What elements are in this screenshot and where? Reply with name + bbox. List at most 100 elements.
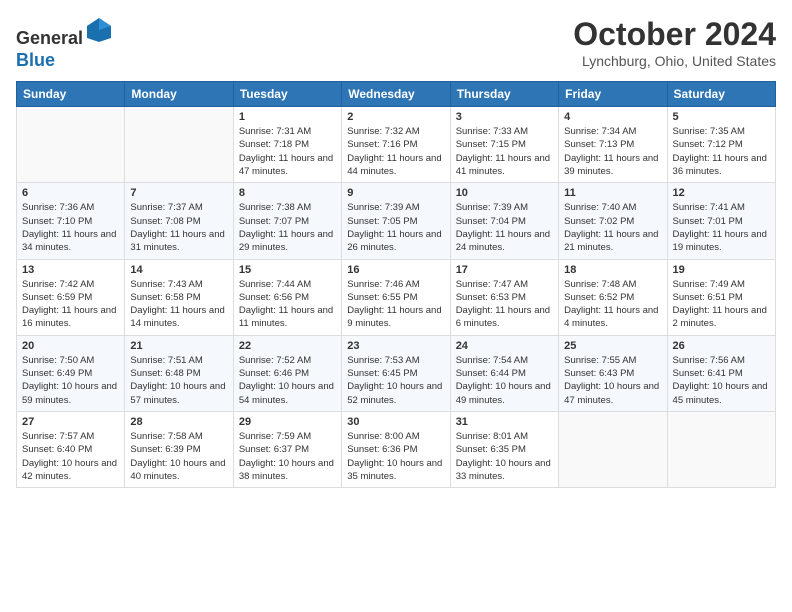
- day-number: 15: [239, 264, 336, 276]
- day-number: 31: [456, 416, 553, 428]
- day-info: Sunrise: 7:50 AMSunset: 6:49 PMDaylight:…: [22, 354, 119, 407]
- day-number: 25: [564, 340, 661, 352]
- day-info: Sunrise: 7:49 AMSunset: 6:51 PMDaylight:…: [673, 278, 770, 331]
- day-info: Sunrise: 7:39 AMSunset: 7:05 PMDaylight:…: [347, 201, 444, 254]
- day-number: 11: [564, 187, 661, 199]
- day-info: Sunrise: 7:37 AMSunset: 7:08 PMDaylight:…: [130, 201, 227, 254]
- calendar-cell: 10Sunrise: 7:39 AMSunset: 7:04 PMDayligh…: [450, 183, 558, 259]
- day-number: 9: [347, 187, 444, 199]
- calendar-cell: 21 Sunrise: 7:51 AMSunset: 6:48 PMDayligh…: [125, 335, 233, 411]
- calendar-cell: 19 Sunrise: 7:49 AMSunset: 6:51 PMDayligh…: [667, 259, 775, 335]
- calendar-cell: 28Sunrise: 7:58 AMSunset: 6:39 PMDayligh…: [125, 411, 233, 487]
- day-number: 22: [239, 340, 336, 352]
- day-number: 10: [456, 187, 553, 199]
- calendar-cell: 26 Sunrise: 7:56 AMSunset: 6:41 PMDayligh…: [667, 335, 775, 411]
- day-info: Sunrise: 7:52 AMSunset: 6:46 PMDaylight:…: [239, 354, 336, 407]
- calendar-cell: [17, 107, 125, 183]
- day-info: Sunrise: 7:58 AMSunset: 6:39 PMDaylight:…: [130, 430, 227, 483]
- calendar-cell: 8Sunrise: 7:38 AMSunset: 7:07 PMDaylight…: [233, 183, 341, 259]
- col-tuesday: Tuesday: [233, 82, 341, 107]
- day-info: Sunrise: 7:34 AMSunset: 7:13 PMDaylight:…: [564, 125, 661, 178]
- day-number: 3: [456, 111, 553, 123]
- calendar-cell: 13 Sunrise: 7:42 AMSunset: 6:59 PMDayligh…: [17, 259, 125, 335]
- day-number: 18: [564, 264, 661, 276]
- calendar-cell: 3 Sunrise: 7:33 AMSunset: 7:15 PMDaylight…: [450, 107, 558, 183]
- day-info: Sunrise: 7:57 AMSunset: 6:40 PMDaylight:…: [22, 430, 119, 483]
- day-info: Sunrise: 8:01 AMSunset: 6:35 PMDaylight:…: [456, 430, 553, 483]
- day-number: 7: [130, 187, 227, 199]
- logo-blue: Blue: [16, 50, 55, 70]
- calendar-week-4: 20 Sunrise: 7:50 AMSunset: 6:49 PMDayligh…: [17, 335, 776, 411]
- col-thursday: Thursday: [450, 82, 558, 107]
- day-info: Sunrise: 7:48 AMSunset: 6:52 PMDaylight:…: [564, 278, 661, 331]
- calendar-cell: 17 Sunrise: 7:47 AMSunset: 6:53 PMDayligh…: [450, 259, 558, 335]
- day-number: 2: [347, 111, 444, 123]
- day-info: Sunrise: 7:36 AMSunset: 7:10 PMDaylight:…: [22, 201, 119, 254]
- calendar-cell: 29Sunrise: 7:59 AMSunset: 6:37 PMDayligh…: [233, 411, 341, 487]
- col-sunday: Sunday: [17, 82, 125, 107]
- day-number: 6: [22, 187, 119, 199]
- col-friday: Friday: [559, 82, 667, 107]
- day-info: Sunrise: 7:31 AMSunset: 7:18 PMDaylight:…: [239, 125, 336, 178]
- day-number: 30: [347, 416, 444, 428]
- calendar-cell: [667, 411, 775, 487]
- day-info: Sunrise: 7:54 AMSunset: 6:44 PMDaylight:…: [456, 354, 553, 407]
- day-info: Sunrise: 7:33 AMSunset: 7:15 PMDaylight:…: [456, 125, 553, 178]
- day-number: 19: [673, 264, 770, 276]
- day-number: 4: [564, 111, 661, 123]
- day-number: 16: [347, 264, 444, 276]
- calendar-cell: 5 Sunrise: 7:35 AMSunset: 7:12 PMDaylight…: [667, 107, 775, 183]
- day-number: 20: [22, 340, 119, 352]
- calendar-cell: 9 Sunrise: 7:39 AMSunset: 7:05 PMDaylight…: [342, 183, 450, 259]
- calendar-cell: 15 Sunrise: 7:44 AMSunset: 6:56 PMDayligh…: [233, 259, 341, 335]
- calendar-cell: [125, 107, 233, 183]
- day-number: 1: [239, 111, 336, 123]
- day-info: Sunrise: 7:51 AMSunset: 6:48 PMDaylight:…: [130, 354, 227, 407]
- day-info: Sunrise: 7:46 AMSunset: 6:55 PMDaylight:…: [347, 278, 444, 331]
- calendar-table: Sunday Monday Tuesday Wednesday Thursday…: [16, 81, 776, 488]
- calendar-cell: [559, 411, 667, 487]
- day-info: Sunrise: 7:44 AMSunset: 6:56 PMDaylight:…: [239, 278, 336, 331]
- calendar-cell: 18 Sunrise: 7:48 AMSunset: 6:52 PMDayligh…: [559, 259, 667, 335]
- calendar-cell: 22 Sunrise: 7:52 AMSunset: 6:46 PMDayligh…: [233, 335, 341, 411]
- day-number: 5: [673, 111, 770, 123]
- calendar-cell: 7 Sunrise: 7:37 AMSunset: 7:08 PMDaylight…: [125, 183, 233, 259]
- day-info: Sunrise: 7:43 AMSunset: 6:58 PMDaylight:…: [130, 278, 227, 331]
- day-info: Sunrise: 7:35 AMSunset: 7:12 PMDaylight:…: [673, 125, 770, 178]
- calendar-cell: 23Sunrise: 7:53 AMSunset: 6:45 PMDayligh…: [342, 335, 450, 411]
- calendar-header-row: Sunday Monday Tuesday Wednesday Thursday…: [17, 82, 776, 107]
- calendar-cell: 1 Sunrise: 7:31 AMSunset: 7:18 PMDaylight…: [233, 107, 341, 183]
- day-info: Sunrise: 7:56 AMSunset: 6:41 PMDaylight:…: [673, 354, 770, 407]
- day-number: 8: [239, 187, 336, 199]
- day-number: 13: [22, 264, 119, 276]
- day-number: 27: [22, 416, 119, 428]
- calendar-cell: 27 Sunrise: 7:57 AMSunset: 6:40 PMDayligh…: [17, 411, 125, 487]
- day-info: Sunrise: 7:47 AMSunset: 6:53 PMDaylight:…: [456, 278, 553, 331]
- day-info: Sunrise: 7:40 AMSunset: 7:02 PMDaylight:…: [564, 201, 661, 254]
- calendar-cell: 4 Sunrise: 7:34 AMSunset: 7:13 PMDaylight…: [559, 107, 667, 183]
- day-info: Sunrise: 7:42 AMSunset: 6:59 PMDaylight:…: [22, 278, 119, 331]
- col-saturday: Saturday: [667, 82, 775, 107]
- calendar-week-2: 6 Sunrise: 7:36 AMSunset: 7:10 PMDaylight…: [17, 183, 776, 259]
- day-number: 17: [456, 264, 553, 276]
- day-info: Sunrise: 7:59 AMSunset: 6:37 PMDaylight:…: [239, 430, 336, 483]
- day-info: Sunrise: 7:55 AMSunset: 6:43 PMDaylight:…: [564, 354, 661, 407]
- day-number: 24: [456, 340, 553, 352]
- logo-general: General: [16, 28, 83, 48]
- day-number: 21: [130, 340, 227, 352]
- location: Lynchburg, Ohio, United States: [573, 53, 776, 69]
- calendar-cell: 12Sunrise: 7:41 AMSunset: 7:01 PMDayligh…: [667, 183, 775, 259]
- calendar-cell: 25 Sunrise: 7:55 AMSunset: 6:43 PMDayligh…: [559, 335, 667, 411]
- calendar-cell: 31 Sunrise: 8:01 AMSunset: 6:35 PMDayligh…: [450, 411, 558, 487]
- day-number: 26: [673, 340, 770, 352]
- day-info: Sunrise: 7:32 AMSunset: 7:16 PMDaylight:…: [347, 125, 444, 178]
- calendar-cell: 6 Sunrise: 7:36 AMSunset: 7:10 PMDaylight…: [17, 183, 125, 259]
- calendar-week-3: 13 Sunrise: 7:42 AMSunset: 6:59 PMDayligh…: [17, 259, 776, 335]
- col-monday: Monday: [125, 82, 233, 107]
- calendar-cell: 30 Sunrise: 8:00 AMSunset: 6:36 PMDayligh…: [342, 411, 450, 487]
- calendar-cell: 16 Sunrise: 7:46 AMSunset: 6:55 PMDayligh…: [342, 259, 450, 335]
- day-info: Sunrise: 8:00 AMSunset: 6:36 PMDaylight:…: [347, 430, 444, 483]
- day-info: Sunrise: 7:53 AMSunset: 6:45 PMDaylight:…: [347, 354, 444, 407]
- month-title: October 2024: [573, 16, 776, 53]
- calendar-week-1: 1 Sunrise: 7:31 AMSunset: 7:18 PMDaylight…: [17, 107, 776, 183]
